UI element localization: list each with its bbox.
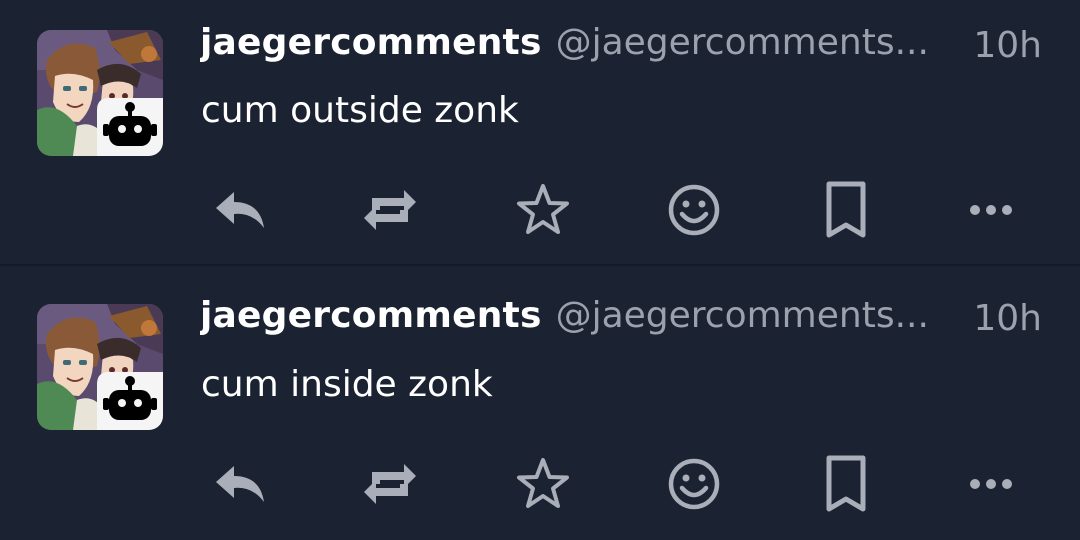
post-actions — [0, 180, 1080, 240]
avatar[interactable] — [37, 304, 163, 430]
post-header: jaegercomments @jaegercomments... — [200, 295, 1050, 345]
bot-icon — [97, 372, 163, 430]
boost-button[interactable] — [360, 180, 420, 240]
bookmark-icon — [826, 181, 866, 238]
bot-icon — [97, 98, 163, 156]
boost-icon — [364, 464, 416, 504]
star-icon — [517, 184, 569, 234]
emoji-react-button[interactable] — [664, 180, 724, 240]
post-header: jaegercomments @jaegercomments... — [200, 22, 1050, 72]
bookmark-icon — [826, 455, 866, 512]
favourite-button[interactable] — [513, 180, 573, 240]
more-options-button[interactable] — [961, 454, 1021, 514]
status-post[interactable]: jaegercomments @jaegercomments... 10h cu… — [0, 266, 1080, 531]
user-handle[interactable]: @jaegercomments... — [556, 22, 929, 63]
reply-button[interactable] — [210, 454, 270, 514]
bookmark-button[interactable] — [816, 454, 876, 514]
more-icon — [970, 205, 1012, 215]
display-name[interactable]: jaegercomments — [200, 295, 542, 336]
post-timestamp[interactable]: 10h — [971, 298, 1042, 339]
emoji-react-icon — [668, 184, 720, 236]
reply-icon — [216, 192, 264, 228]
user-handle[interactable]: @jaegercomments... — [556, 295, 929, 336]
post-actions — [0, 454, 1080, 514]
star-icon — [517, 458, 569, 508]
boost-button[interactable] — [360, 454, 420, 514]
emoji-react-button[interactable] — [664, 454, 724, 514]
bookmark-button[interactable] — [816, 180, 876, 240]
timeline-feed: jaegercomments @jaegercomments... 10h cu… — [0, 0, 1080, 540]
avatar[interactable] — [37, 30, 163, 156]
post-timestamp[interactable]: 10h — [971, 25, 1042, 66]
display-name[interactable]: jaegercomments — [200, 22, 542, 63]
more-options-button[interactable] — [961, 180, 1021, 240]
reply-button[interactable] — [210, 180, 270, 240]
more-icon — [970, 479, 1012, 489]
post-content: cum inside zonk — [201, 364, 493, 405]
status-post[interactable]: jaegercomments @jaegercomments... 10h cu… — [0, 0, 1080, 265]
boost-icon — [364, 190, 416, 230]
post-content: cum outside zonk — [201, 90, 519, 131]
favourite-button[interactable] — [513, 454, 573, 514]
emoji-react-icon — [668, 458, 720, 510]
reply-icon — [216, 466, 264, 502]
